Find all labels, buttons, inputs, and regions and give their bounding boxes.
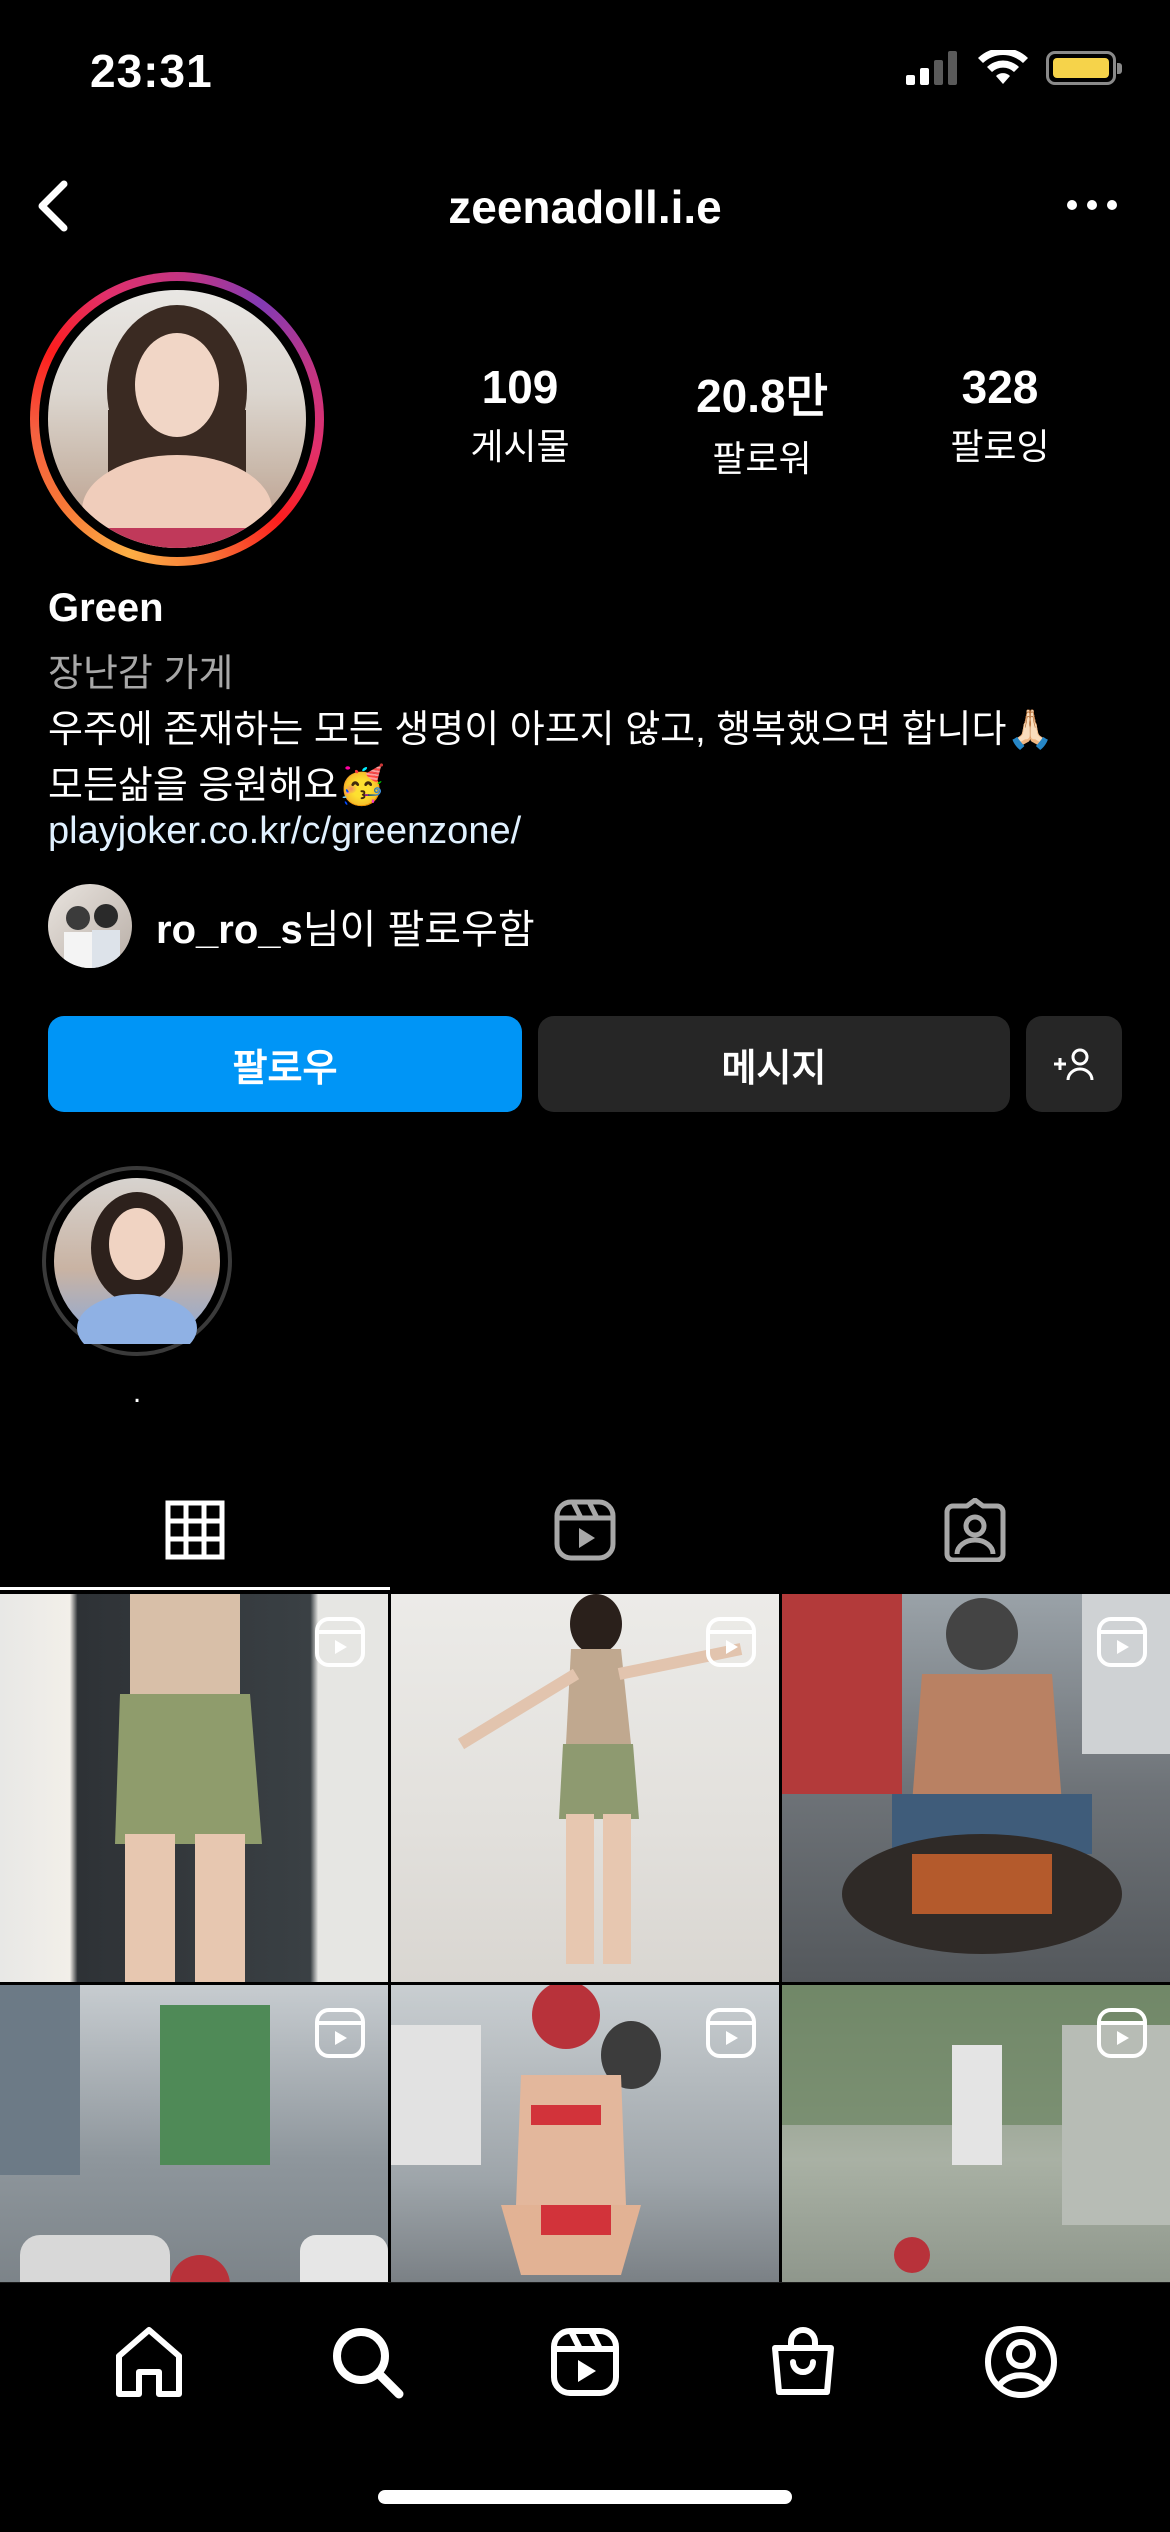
home-icon: [116, 2327, 182, 2397]
nav-home[interactable]: [104, 2317, 194, 2407]
story-highlight[interactable]: [42, 1166, 232, 1362]
grid-post[interactable]: [0, 1594, 388, 1982]
stat-posts[interactable]: 109 게시물: [410, 360, 630, 470]
battery-icon: [1046, 51, 1122, 85]
search-icon: [333, 2328, 404, 2399]
mutual-follower-username[interactable]: ro_ro_s: [156, 908, 303, 952]
reel-badge-icon: [706, 1617, 756, 1667]
posts-grid: [0, 1594, 1170, 2373]
reel-badge-icon: [706, 2008, 756, 2058]
reel-badge-icon: [1097, 1617, 1147, 1667]
reel-badge-icon: [1097, 2008, 1147, 2058]
followed-by-text: ro_ro_s님이 팔로우함: [156, 897, 535, 955]
shopping-bag-icon: [772, 2327, 834, 2395]
stat-following-label: 팔로잉: [950, 426, 1050, 467]
bio-line-1: 우주에 존재하는 모든 생명이 아프지 않고, 행복했으면 합니다🙏🏻: [48, 709, 1054, 751]
message-button[interactable]: 메시지: [538, 1016, 1010, 1112]
tab-reels[interactable]: [390, 1470, 780, 1590]
reels-icon: [554, 1499, 616, 1561]
highlight-label: .: [132, 1376, 142, 1409]
status-time: 23:31: [90, 45, 213, 97]
stat-followers-value: 20.8만: [696, 370, 828, 422]
stat-posts-label: 게시물: [470, 426, 570, 467]
tagged-person-icon: [944, 1498, 1006, 1562]
profile-avatar[interactable]: [30, 272, 324, 566]
bio-line-2: 모든삶을 응원해요🥳: [48, 765, 386, 807]
highlight-cover-image: [54, 1178, 220, 1362]
tab-tagged[interactable]: [780, 1470, 1170, 1590]
follow-button[interactable]: 팔로우: [48, 1016, 522, 1112]
grid-post[interactable]: [391, 1594, 779, 1982]
stat-followers[interactable]: 20.8만 팔로워: [652, 360, 872, 482]
nav-search[interactable]: [322, 2317, 412, 2407]
profile-username: zeenadoll.i.e: [448, 181, 722, 233]
reels-icon: [551, 2328, 619, 2396]
reel-badge-icon: [315, 1617, 365, 1667]
display-name: Green: [48, 586, 164, 630]
stat-following[interactable]: 328 팔로잉: [890, 360, 1110, 470]
profile-icon: [985, 2326, 1057, 2398]
stat-followers-label: 팔로워: [712, 438, 812, 479]
cellular-signal-icon: [906, 51, 957, 85]
grid-post[interactable]: [782, 1594, 1170, 1982]
reel-badge-icon: [315, 2008, 365, 2058]
bio-link[interactable]: playjoker.co.kr/c/greenzone/: [48, 810, 1128, 866]
followed-by[interactable]: ro_ro_s님이 팔로우함: [48, 884, 535, 968]
followed-by-suffix: 님이 팔로우함: [302, 908, 535, 952]
home-indicator[interactable]: [378, 2490, 792, 2504]
suggested-accounts-button[interactable]: [1026, 1016, 1122, 1112]
profile-bio: Green 장난감 가게 우주에 존재하는 모든 생명이 아프지 않고, 행복했…: [48, 586, 1128, 866]
add-person-icon: [1054, 1048, 1094, 1081]
tab-posts-grid[interactable]: [0, 1470, 390, 1590]
profile-category: 장난감 가게: [48, 653, 234, 695]
grid-icon: [165, 1500, 225, 1560]
status-icons: [906, 50, 1122, 86]
nav-profile[interactable]: [976, 2317, 1066, 2407]
more-options-icon[interactable]: [1064, 190, 1120, 220]
mutual-follower-avatar: [48, 884, 132, 968]
wifi-icon: [978, 50, 1028, 84]
profile-tabs: [0, 1470, 1170, 1590]
avatar-photo: [48, 290, 306, 548]
nav-reels[interactable]: [540, 2317, 630, 2407]
nav-shop[interactable]: [758, 2317, 848, 2407]
stat-posts-value: 109: [481, 361, 559, 413]
stat-following-value: 328: [961, 361, 1039, 413]
